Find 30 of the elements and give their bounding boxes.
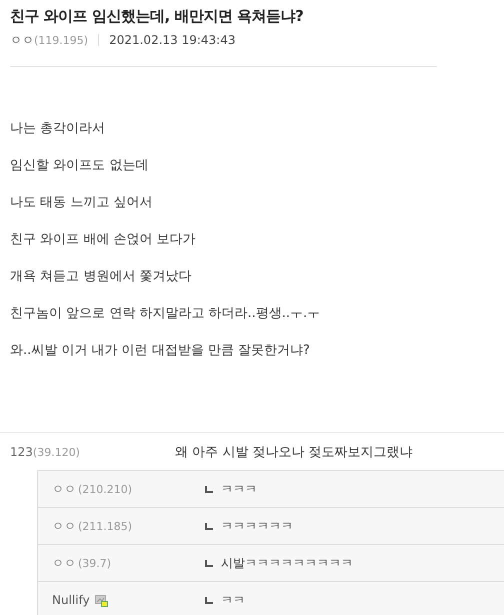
body-text: 임신할 와이프도 없는데 [10, 157, 150, 174]
commenter-ip: (210.210) [78, 482, 132, 496]
commenter-name: ㅇㅇ [52, 554, 76, 572]
body-text: 와..씨발 이거 내가 이런 대접받을 만큼 잘못한거냐? [10, 342, 311, 359]
reply-corner-icon [205, 596, 213, 604]
post-date: 2021.02.13 19:43:43 [109, 33, 236, 47]
reply-text: ㅋㅋㅋ [221, 480, 257, 498]
commenter-name: ㅇㅇ [52, 518, 76, 534]
reply-corner-icon [205, 560, 213, 566]
commenter-ip: (211.185) [78, 520, 132, 532]
body-text: 개욕 쳐듣고 병원에서 쫓겨났다 [10, 268, 192, 285]
member-badge-icon [94, 594, 108, 606]
reply-text: ㅋㅋㅋㅋㅋㅋ [221, 518, 293, 534]
commenter-ip: (39.120) [32, 446, 80, 458]
comment-text: 왜 아주 시발 젖나오나 젖도짜보지그랬냐 [175, 444, 413, 460]
body-text: 친구 와이프 배에 손얹어 보다가 [10, 231, 197, 248]
body-text: 나도 태동 느끼고 싶어서 [10, 194, 154, 211]
commenter-name: Nullify [52, 593, 90, 607]
reply-text: ㅋㅋ [221, 592, 245, 608]
body-text: 나는 총각이라서 [10, 120, 106, 137]
commenter-name: ㅇㅇ [52, 480, 76, 498]
reply-text: 시발ㅋㅋㅋㅋㅋㅋㅋㅋㅋ [221, 554, 353, 572]
author-ip: (119.195) [34, 34, 88, 46]
post-title: 친구 와이프 임신했는데, 배만지면 욕쳐듣냐? [10, 6, 304, 26]
commenter-ip: (39.7) [78, 556, 112, 570]
commenter-name: 123 [10, 444, 33, 458]
reply-corner-icon [205, 486, 213, 492]
author-name: ㅇㅇ [10, 32, 34, 48]
body-text: 친구놈이 앞으로 연락 하지말라고 하더라..평생..ㅜ.ㅜ [10, 305, 322, 322]
reply-corner-icon [205, 522, 213, 530]
